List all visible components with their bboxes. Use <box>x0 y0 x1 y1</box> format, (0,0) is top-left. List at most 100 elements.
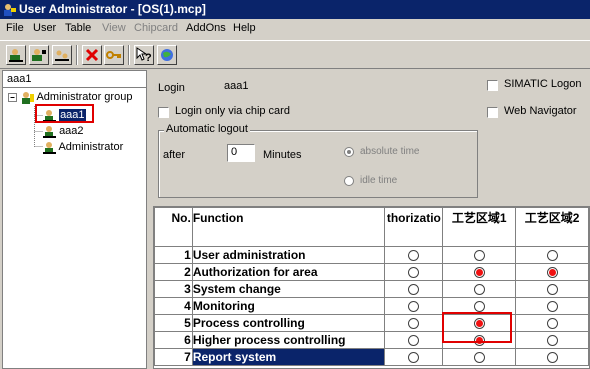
permission-cell <box>442 246 517 264</box>
help-button[interactable]: ? <box>134 45 154 65</box>
grid-header-row: No. Function thorizatio 工艺区域1 工艺区域2 <box>154 207 589 247</box>
login-field[interactable]: aaa1 <box>221 79 467 97</box>
permission-radio[interactable] <box>546 267 558 279</box>
svg-text:?: ? <box>145 52 152 63</box>
key-icon <box>106 51 121 59</box>
web-icon <box>161 49 173 61</box>
permission-cell <box>515 348 589 366</box>
permission-radio[interactable] <box>408 301 420 313</box>
permission-radio[interactable] <box>546 335 558 347</box>
permission-radio[interactable] <box>408 250 420 262</box>
permission-cell <box>442 348 517 366</box>
absolute-time-label: absolute time <box>360 146 420 157</box>
function-name: Authorization for area <box>191 263 386 281</box>
simatic-logon-checkbox[interactable] <box>487 80 498 91</box>
automatic-logout-group: Automatic logout after 0 Minutes absolut… <box>158 123 478 198</box>
automatic-logout-title: Automatic logout <box>164 123 250 135</box>
tree-user-administrator[interactable]: Administrator <box>43 139 123 155</box>
tree-user-label: Administrator <box>58 141 124 153</box>
delete-button[interactable] <box>82 45 102 65</box>
permission-radio[interactable] <box>546 318 558 330</box>
chip-card-label: Login only via chip card <box>175 105 290 117</box>
permission-cell <box>515 280 589 298</box>
permission-radio[interactable] <box>546 250 558 262</box>
menu-file[interactable]: File <box>6 19 24 38</box>
grid-body: 1 User administration 2 Authorization for a… <box>154 246 589 366</box>
tree-group-administrator[interactable]: Administrator group <box>21 89 132 105</box>
login-label: Login <box>158 82 185 94</box>
permission-radio[interactable] <box>473 284 485 296</box>
table-row[interactable]: 5 Process controlling <box>154 314 589 332</box>
column-header-function[interactable]: Function <box>191 207 386 247</box>
group-icon <box>22 91 34 104</box>
login-value: aaa1 <box>224 80 249 92</box>
table-row[interactable]: 3 System change <box>154 280 589 298</box>
menu-help[interactable]: Help <box>233 19 256 38</box>
row-number: 2 <box>154 263 193 281</box>
user-icon <box>43 125 56 138</box>
permission-radio[interactable] <box>408 318 420 330</box>
minutes-label: Minutes <box>263 149 302 161</box>
permission-radio[interactable] <box>473 267 485 279</box>
function-name: System change <box>191 280 386 298</box>
table-row[interactable]: 6 Higher process controlling <box>154 331 589 349</box>
menu-bar: File User Table View Chipcard AddOns Hel… <box>0 19 590 38</box>
menu-chipcard[interactable]: Chipcard <box>134 19 178 38</box>
permission-radio[interactable] <box>408 267 420 279</box>
permission-radio[interactable] <box>473 301 485 313</box>
highlight-box <box>442 312 512 343</box>
table-row[interactable]: 2 Authorization for area <box>154 263 589 281</box>
permission-radio[interactable] <box>408 335 420 347</box>
permission-cell <box>515 246 589 264</box>
table-row[interactable]: 7 Report system <box>154 348 589 366</box>
column-header-authorization[interactable]: thorizatio <box>384 207 444 247</box>
absolute-time-radio[interactable] <box>344 147 354 157</box>
permission-radio[interactable] <box>408 284 420 296</box>
column-header-no[interactable]: No. <box>154 207 193 247</box>
web-navigator-checkbox[interactable] <box>487 107 498 118</box>
copy-user-icon <box>55 50 69 61</box>
row-number: 1 <box>154 246 193 264</box>
chip-card-checkbox[interactable] <box>158 107 169 118</box>
permission-cell <box>442 263 517 281</box>
minutes-value: 0 <box>231 146 238 158</box>
minutes-input[interactable]: 0 <box>227 144 255 162</box>
permission-radio[interactable] <box>546 352 558 364</box>
toolbar: ? <box>0 40 590 69</box>
permission-radio[interactable] <box>408 352 420 364</box>
web-navigator-button[interactable] <box>157 45 177 65</box>
after-label: after <box>163 149 186 161</box>
menu-table[interactable]: Table <box>65 19 91 38</box>
menu-view[interactable]: View <box>102 19 126 38</box>
copy-user-button[interactable] <box>52 45 72 65</box>
table-row[interactable]: 4 Monitoring <box>154 297 589 315</box>
add-group-icon <box>32 49 46 61</box>
column-header-area-2[interactable]: 工艺区域2 <box>515 207 589 247</box>
function-name: Process controlling <box>191 314 386 332</box>
add-user-button[interactable] <box>6 45 26 65</box>
permission-radio[interactable] <box>473 250 485 262</box>
tree-header: aaa1 <box>3 71 146 88</box>
row-number: 6 <box>154 331 193 349</box>
function-name: Higher process controlling <box>191 331 386 349</box>
permission-radio[interactable] <box>546 301 558 313</box>
menu-addons[interactable]: AddOns <box>186 19 226 38</box>
user-admin-icon <box>4 4 16 16</box>
key-button[interactable] <box>104 45 124 65</box>
idle-time-radio[interactable] <box>344 176 354 186</box>
authorization-grid: No. Function thorizatio 工艺区域1 工艺区域2 1 Use… <box>153 206 590 369</box>
menu-user[interactable]: User <box>33 19 56 38</box>
permission-radio[interactable] <box>473 352 485 364</box>
function-name: User administration <box>191 246 386 264</box>
help-icon: ? <box>136 47 152 63</box>
add-group-button[interactable] <box>29 45 49 65</box>
table-row[interactable]: 1 User administration <box>154 246 589 264</box>
permission-cell <box>384 297 444 315</box>
column-header-area-1[interactable]: 工艺区域1 <box>442 207 517 247</box>
highlight-box <box>35 104 94 123</box>
permission-radio[interactable] <box>546 284 558 296</box>
idle-time-label: idle time <box>360 175 398 186</box>
permission-cell <box>384 331 444 349</box>
tree-user-aaa2[interactable]: aaa2 <box>43 123 84 139</box>
tree-user-label: aaa2 <box>59 125 84 137</box>
